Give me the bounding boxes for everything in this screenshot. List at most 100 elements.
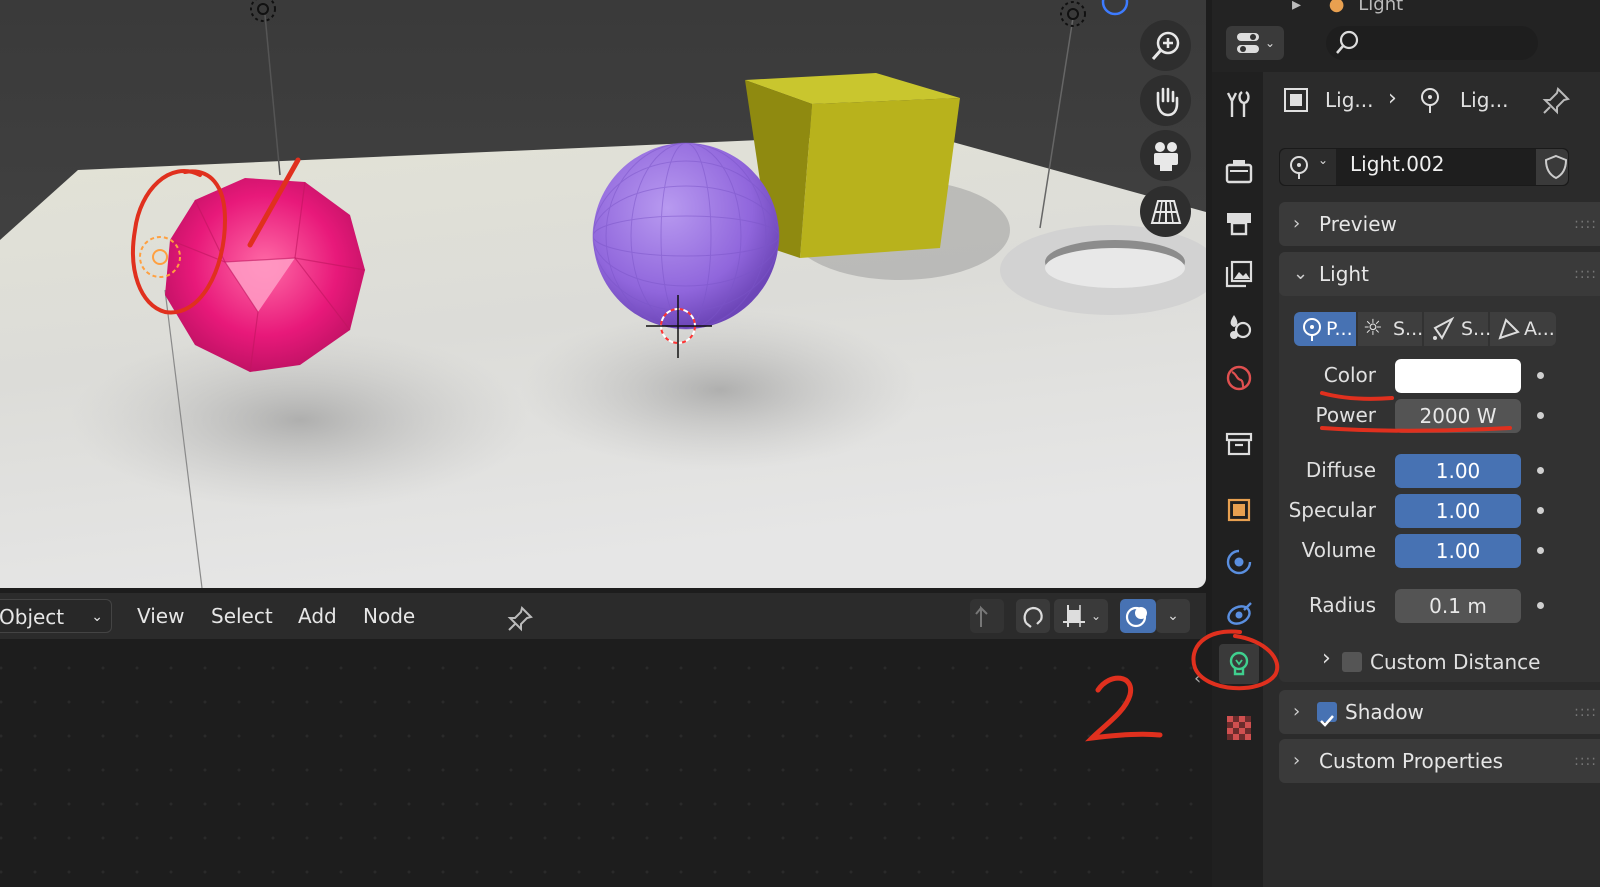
menu-select[interactable]: Select bbox=[211, 593, 273, 639]
magnet-icon bbox=[1023, 606, 1043, 628]
mode-label: Object bbox=[0, 605, 65, 629]
chevron-left-icon[interactable]: ‹ bbox=[1194, 668, 1201, 689]
panel-custom-properties[interactable]: › Custom Properties :::: bbox=[1279, 739, 1600, 783]
keyframe-dot[interactable] bbox=[1537, 467, 1544, 474]
custom-distance-checkbox[interactable] bbox=[1342, 652, 1362, 672]
keyframe-dot[interactable] bbox=[1537, 602, 1544, 609]
tab-constraints[interactable] bbox=[1219, 593, 1259, 633]
mode-dropdown[interactable]: Object ⌄ bbox=[0, 599, 112, 633]
chevron-down-icon: ⌄ bbox=[91, 609, 103, 625]
radius-label: Radius bbox=[1308, 593, 1376, 617]
shadow-checkbox[interactable] bbox=[1317, 702, 1337, 727]
light-type-sun[interactable]: ☼ S... bbox=[1358, 312, 1423, 346]
tab-object[interactable] bbox=[1219, 490, 1259, 530]
browse-light-button[interactable]: ⌄ bbox=[1280, 149, 1336, 185]
light-type-area[interactable]: A... bbox=[1490, 312, 1556, 346]
tab-physics[interactable] bbox=[1219, 542, 1259, 582]
zoom-button[interactable] bbox=[1140, 20, 1191, 71]
point-light-icon bbox=[1303, 318, 1321, 341]
panel-shadow[interactable]: › Shadow :::: bbox=[1279, 690, 1600, 734]
diffuse-label: Diffuse bbox=[1305, 458, 1376, 482]
drag-grip-icon[interactable]: :::: bbox=[1574, 252, 1597, 296]
render-camera-icon bbox=[1225, 160, 1253, 184]
properties-header: ▸ ● Light ⌄ bbox=[1212, 0, 1600, 72]
chevron-right-icon: › bbox=[1293, 701, 1301, 722]
drag-grip-icon[interactable]: :::: bbox=[1574, 690, 1597, 734]
tab-collection[interactable] bbox=[1219, 424, 1259, 464]
custom-distance-subpanel[interactable]: › Custom Distance bbox=[1320, 646, 1570, 678]
3d-viewport[interactable] bbox=[0, 0, 1206, 588]
snap-toggle-button[interactable] bbox=[1016, 599, 1050, 633]
menu-add[interactable]: Add bbox=[298, 593, 337, 639]
drag-grip-icon[interactable]: :::: bbox=[1574, 739, 1597, 783]
perspective-toggle-button[interactable] bbox=[1140, 186, 1191, 237]
menu-node[interactable]: Node bbox=[363, 593, 415, 639]
search-icon bbox=[1336, 30, 1359, 54]
grid-icon bbox=[1150, 199, 1181, 224]
keyframe-dot[interactable] bbox=[1537, 547, 1544, 554]
snap-grid-icon bbox=[1062, 605, 1085, 627]
tab-output[interactable] bbox=[1219, 202, 1259, 242]
spot-light-icon bbox=[1433, 316, 1455, 340]
sun-icon: ☼ bbox=[1363, 316, 1383, 341]
checkmark-icon bbox=[1320, 715, 1334, 727]
keyframe-dot[interactable] bbox=[1537, 412, 1544, 419]
panel-light-title: Light bbox=[1319, 262, 1369, 286]
camera-view-button[interactable] bbox=[1140, 130, 1191, 181]
light-datablock-selector[interactable]: ⌄ Light.002 bbox=[1279, 148, 1569, 186]
keyframe-dot[interactable] bbox=[1537, 372, 1544, 379]
snap-type-dropdown[interactable]: ⌄ bbox=[1054, 599, 1108, 633]
tab-texture[interactable] bbox=[1219, 708, 1259, 748]
drag-grip-icon[interactable]: :::: bbox=[1574, 202, 1597, 246]
light-type-selector: P... ☼ S... S... A... bbox=[1294, 312, 1556, 346]
radius-field[interactable]: 0.1 m bbox=[1395, 589, 1521, 623]
tab-world[interactable] bbox=[1219, 358, 1259, 398]
power-field[interactable]: 2000 W bbox=[1395, 399, 1521, 433]
tab-tool[interactable] bbox=[1219, 84, 1259, 124]
physics-icon bbox=[1226, 549, 1252, 575]
overlay-icon bbox=[1125, 606, 1147, 628]
volume-field[interactable]: 1.00 bbox=[1395, 534, 1521, 568]
light-type-spot[interactable]: S... bbox=[1424, 312, 1492, 346]
diffuse-field[interactable]: 1.00 bbox=[1395, 454, 1521, 488]
pin-icon[interactable] bbox=[1541, 86, 1571, 116]
light-type-point[interactable]: P... bbox=[1294, 312, 1356, 346]
tab-scene[interactable] bbox=[1219, 306, 1259, 346]
overlay-toggle-button[interactable] bbox=[1120, 599, 1156, 633]
object-icon bbox=[1227, 498, 1251, 522]
custom-distance-label: Custom Distance bbox=[1370, 650, 1541, 674]
world-icon bbox=[1226, 365, 1252, 391]
panel-shadow-title: Shadow bbox=[1345, 700, 1424, 724]
node-editor-header: Object ⌄ View Select Add Node ⌄ ⌄ bbox=[0, 593, 1206, 639]
tab-render[interactable] bbox=[1219, 151, 1259, 191]
fake-user-button[interactable] bbox=[1536, 149, 1568, 185]
wrench-icon bbox=[1226, 91, 1250, 117]
color-swatch[interactable] bbox=[1395, 359, 1521, 393]
pin-button[interactable] bbox=[506, 603, 534, 632]
search-input[interactable] bbox=[1326, 26, 1538, 60]
specular-field[interactable]: 1.00 bbox=[1395, 494, 1521, 528]
outliner-row[interactable]: ▸ ● Light bbox=[1292, 0, 1403, 15]
chevron-right-icon: › bbox=[1293, 213, 1301, 234]
checker-texture-icon bbox=[1227, 716, 1251, 740]
parent-node-tree-button[interactable] bbox=[970, 599, 1004, 633]
overlay-dropdown[interactable]: ⌄ bbox=[1156, 599, 1190, 633]
panel-preview[interactable]: › Preview :::: bbox=[1279, 202, 1600, 246]
specular-label: Specular bbox=[1288, 498, 1376, 522]
pan-button[interactable] bbox=[1140, 75, 1191, 126]
scene-render bbox=[0, 0, 1206, 588]
node-editor-canvas[interactable] bbox=[0, 639, 1206, 887]
datablock-name[interactable]: Light.002 bbox=[1350, 152, 1444, 176]
keyframe-dot[interactable] bbox=[1537, 507, 1544, 514]
chevron-down-icon: ⌄ bbox=[1264, 36, 1276, 50]
object-icon bbox=[1284, 88, 1308, 112]
menu-view[interactable]: View bbox=[137, 593, 184, 639]
arrow-up-icon bbox=[975, 605, 988, 627]
tab-light-data[interactable] bbox=[1219, 644, 1259, 684]
collection-box-icon bbox=[1225, 432, 1253, 456]
panel-light-header[interactable]: ⌄ Light :::: bbox=[1279, 252, 1600, 296]
area-light-icon bbox=[1498, 318, 1520, 340]
editor-type-dropdown[interactable]: ⌄ bbox=[1226, 26, 1284, 60]
tab-view-layer[interactable] bbox=[1219, 254, 1259, 294]
light-type-spot-label: S... bbox=[1461, 318, 1492, 340]
